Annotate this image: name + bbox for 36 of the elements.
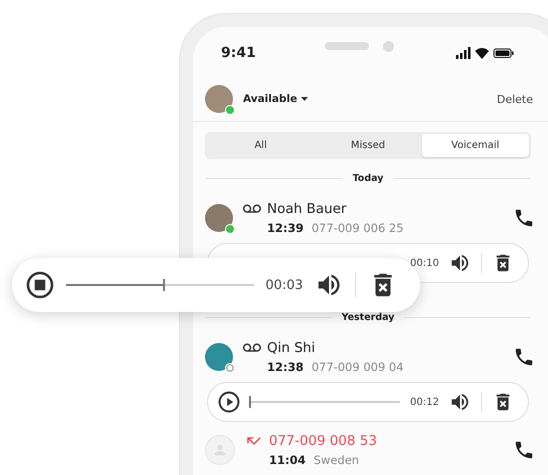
call-detail: 077-009 006 25 — [312, 221, 404, 235]
stop-icon — [26, 271, 54, 299]
duration-text: 00:10 — [410, 258, 439, 268]
camera-dot — [383, 40, 394, 52]
caret-icon — [301, 97, 308, 101]
section-heading: Today — [352, 173, 384, 184]
caller-name: Noah Bauer — [267, 201, 346, 217]
speaker-icon — [449, 391, 471, 413]
tab[interactable]: Voicemail — [422, 134, 529, 157]
caller-name: Qin Shi — [267, 340, 316, 356]
user-avatar[interactable] — [205, 85, 233, 113]
call-time: 11:04 — [269, 453, 306, 467]
call-time: 12:39 — [267, 221, 304, 235]
status-icons — [456, 47, 516, 59]
tab[interactable]: All — [207, 134, 314, 157]
avatar-placeholder — [205, 434, 235, 464]
delete-link[interactable]: Delete — [496, 92, 533, 106]
call-time: 12:38 — [267, 360, 304, 374]
speaker-grille — [325, 42, 369, 50]
stop-button[interactable] — [26, 271, 54, 299]
call-detail: 077-009 009 04 — [312, 360, 404, 374]
status-dropdown[interactable]: Available — [243, 93, 308, 105]
call-detail: Sweden — [314, 453, 360, 467]
caller-number: 077-009 008 53 — [269, 433, 377, 449]
progress-handle[interactable] — [249, 396, 251, 408]
section-heading: Yesterday — [342, 312, 394, 323]
volume-button[interactable] — [449, 252, 471, 274]
duration-text: 00:03 — [266, 278, 303, 292]
duration-text: 00:12 — [410, 396, 439, 408]
speaker-icon — [449, 252, 471, 274]
progress-handle[interactable] — [162, 279, 165, 291]
play-button[interactable] — [218, 391, 240, 413]
tab[interactable]: Missed — [314, 134, 422, 157]
volume-button[interactable] — [449, 391, 471, 413]
play-icon — [218, 391, 240, 413]
clock-text: 9:41 — [221, 45, 257, 61]
